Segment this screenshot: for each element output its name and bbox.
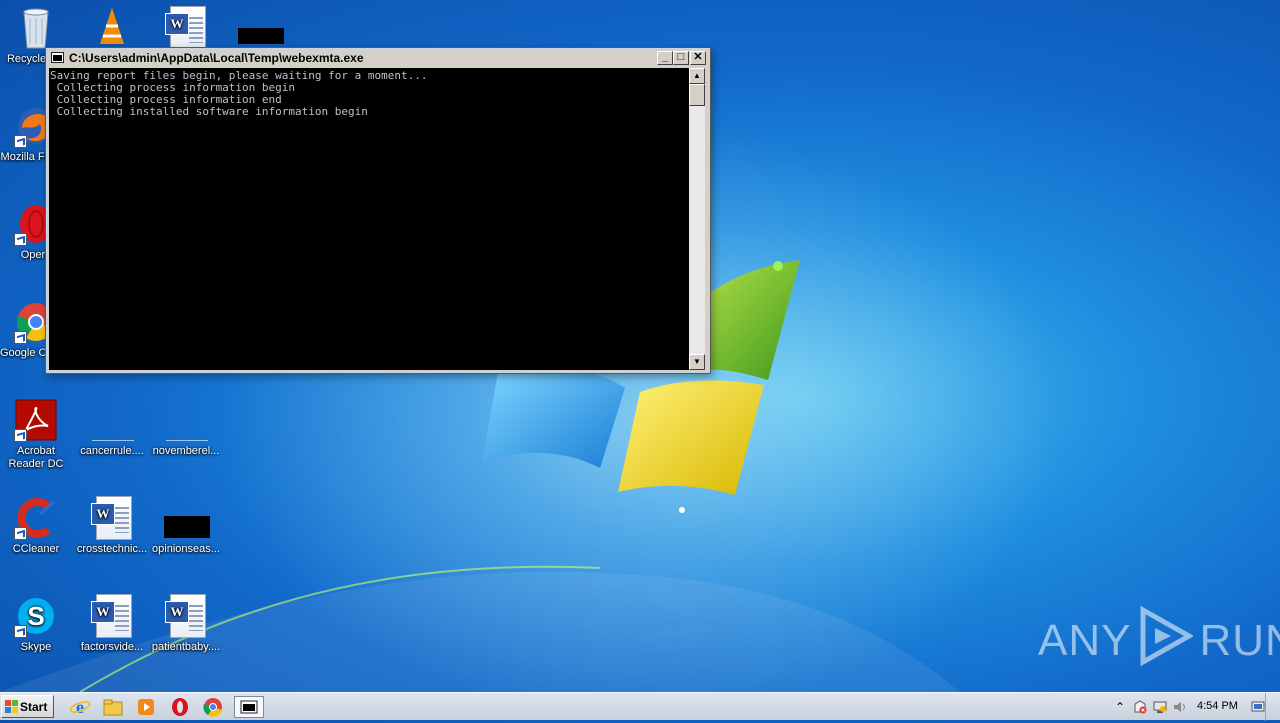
- word-doc-icon: W: [164, 594, 208, 638]
- shortcut-arrow-icon: [14, 429, 27, 442]
- vlc-icon: [90, 6, 134, 50]
- desktop-icon-cancerrule[interactable]: cancerrule....: [76, 398, 148, 458]
- maximize-button[interactable]: □: [673, 51, 689, 65]
- desktop-icon-patientbaby[interactable]: W patientbaby....: [150, 594, 222, 654]
- vertical-scrollbar[interactable]: ▲ ▼: [689, 68, 705, 370]
- word-doc-icon: W: [90, 594, 134, 638]
- start-button[interactable]: Start: [1, 695, 54, 718]
- image-file-icon: [238, 6, 284, 50]
- desktop-icon-novemberel[interactable]: novemberel...: [150, 398, 222, 458]
- desktop-icon-opinionseas[interactable]: opinionseas...: [150, 496, 222, 556]
- network-icon[interactable]: [1153, 700, 1167, 714]
- taskbar-chrome-button[interactable]: [201, 696, 225, 718]
- console-icon: [240, 700, 258, 714]
- skype-icon: S: [14, 594, 58, 638]
- svg-text:e: e: [76, 697, 84, 717]
- windows-flag-icon: [5, 700, 18, 713]
- window-titlebar[interactable]: C:\Users\admin\AppData\Local\Temp\webexm…: [49, 50, 707, 66]
- recycle-bin-icon: [14, 6, 58, 50]
- anyrun-watermark: ANY RUN: [1038, 605, 1280, 677]
- shortcut-arrow-icon: [14, 233, 27, 246]
- scroll-down-button[interactable]: ▼: [689, 354, 705, 370]
- tray-expand-button[interactable]: ⌃: [1113, 700, 1127, 714]
- minimize-button[interactable]: _: [657, 51, 673, 65]
- acrobat-icon: [14, 398, 58, 442]
- taskbar-console-button[interactable]: [234, 696, 264, 718]
- scroll-thumb[interactable]: [689, 84, 705, 106]
- shortcut-arrow-icon: [14, 331, 27, 344]
- taskbar-media-player-button[interactable]: [134, 696, 158, 718]
- play-logo-icon: [1137, 605, 1195, 677]
- file-icon: [164, 398, 208, 442]
- show-desktop-button[interactable]: [1265, 693, 1280, 721]
- taskbar-ie-button[interactable]: e: [68, 696, 92, 718]
- console-text: Saving report files begin, please waitin…: [50, 69, 428, 118]
- system-tray: ⌃ 4:54 PM: [1105, 693, 1280, 721]
- close-button[interactable]: ✕: [690, 51, 706, 65]
- watermark-text-right: RUN: [1199, 616, 1280, 665]
- media-player-icon: [138, 699, 154, 715]
- watermark-text-left: ANY: [1038, 616, 1132, 665]
- desktop-icon-image-top[interactable]: [224, 6, 296, 53]
- desktop-icon-factorsvide[interactable]: W factorsvide...: [76, 594, 148, 654]
- ccleaner-icon: [14, 496, 58, 540]
- shortcut-arrow-icon: [14, 135, 27, 148]
- explorer-icon: [103, 699, 123, 716]
- taskbar: Start e ⌃ 4:54 PM: [0, 692, 1280, 721]
- desktop-icon-vlc[interactable]: [76, 6, 148, 53]
- chrome-icon: [203, 698, 222, 717]
- file-icon: [90, 398, 134, 442]
- scroll-up-button[interactable]: ▲: [689, 68, 705, 84]
- desktop-icon-ccleaner[interactable]: CCleaner: [0, 496, 72, 556]
- desktop-icon-skype[interactable]: S Skype: [0, 594, 72, 654]
- action-center-icon[interactable]: [1133, 700, 1147, 714]
- volume-icon[interactable]: [1173, 700, 1187, 714]
- taskbar-clock[interactable]: 4:54 PM: [1197, 700, 1238, 712]
- ie-icon: e: [69, 697, 91, 717]
- window-title: C:\Users\admin\AppData\Local\Temp\webexm…: [69, 51, 364, 65]
- console-window[interactable]: C:\Users\admin\AppData\Local\Temp\webexm…: [45, 47, 711, 374]
- notification-flag-icon[interactable]: [1251, 700, 1265, 714]
- opera-icon: [172, 698, 188, 716]
- word-doc-icon: W: [164, 6, 208, 50]
- taskbar-explorer-button[interactable]: [101, 696, 125, 718]
- desktop-icon-crosstechnic[interactable]: W crosstechnic...: [76, 496, 148, 556]
- shortcut-arrow-icon: [14, 527, 27, 540]
- shortcut-arrow-icon: [14, 625, 27, 638]
- desktop-icon-acrobat[interactable]: Acrobat Reader DC: [0, 398, 72, 471]
- taskbar-opera-button[interactable]: [168, 696, 192, 718]
- console-output[interactable]: Saving report files begin, please waitin…: [49, 68, 689, 370]
- image-file-icon: [164, 496, 210, 540]
- console-icon[interactable]: [51, 52, 64, 63]
- word-doc-icon: W: [90, 496, 134, 540]
- svg-text:S: S: [27, 601, 44, 631]
- desktop-icon-word-top[interactable]: W: [150, 6, 222, 53]
